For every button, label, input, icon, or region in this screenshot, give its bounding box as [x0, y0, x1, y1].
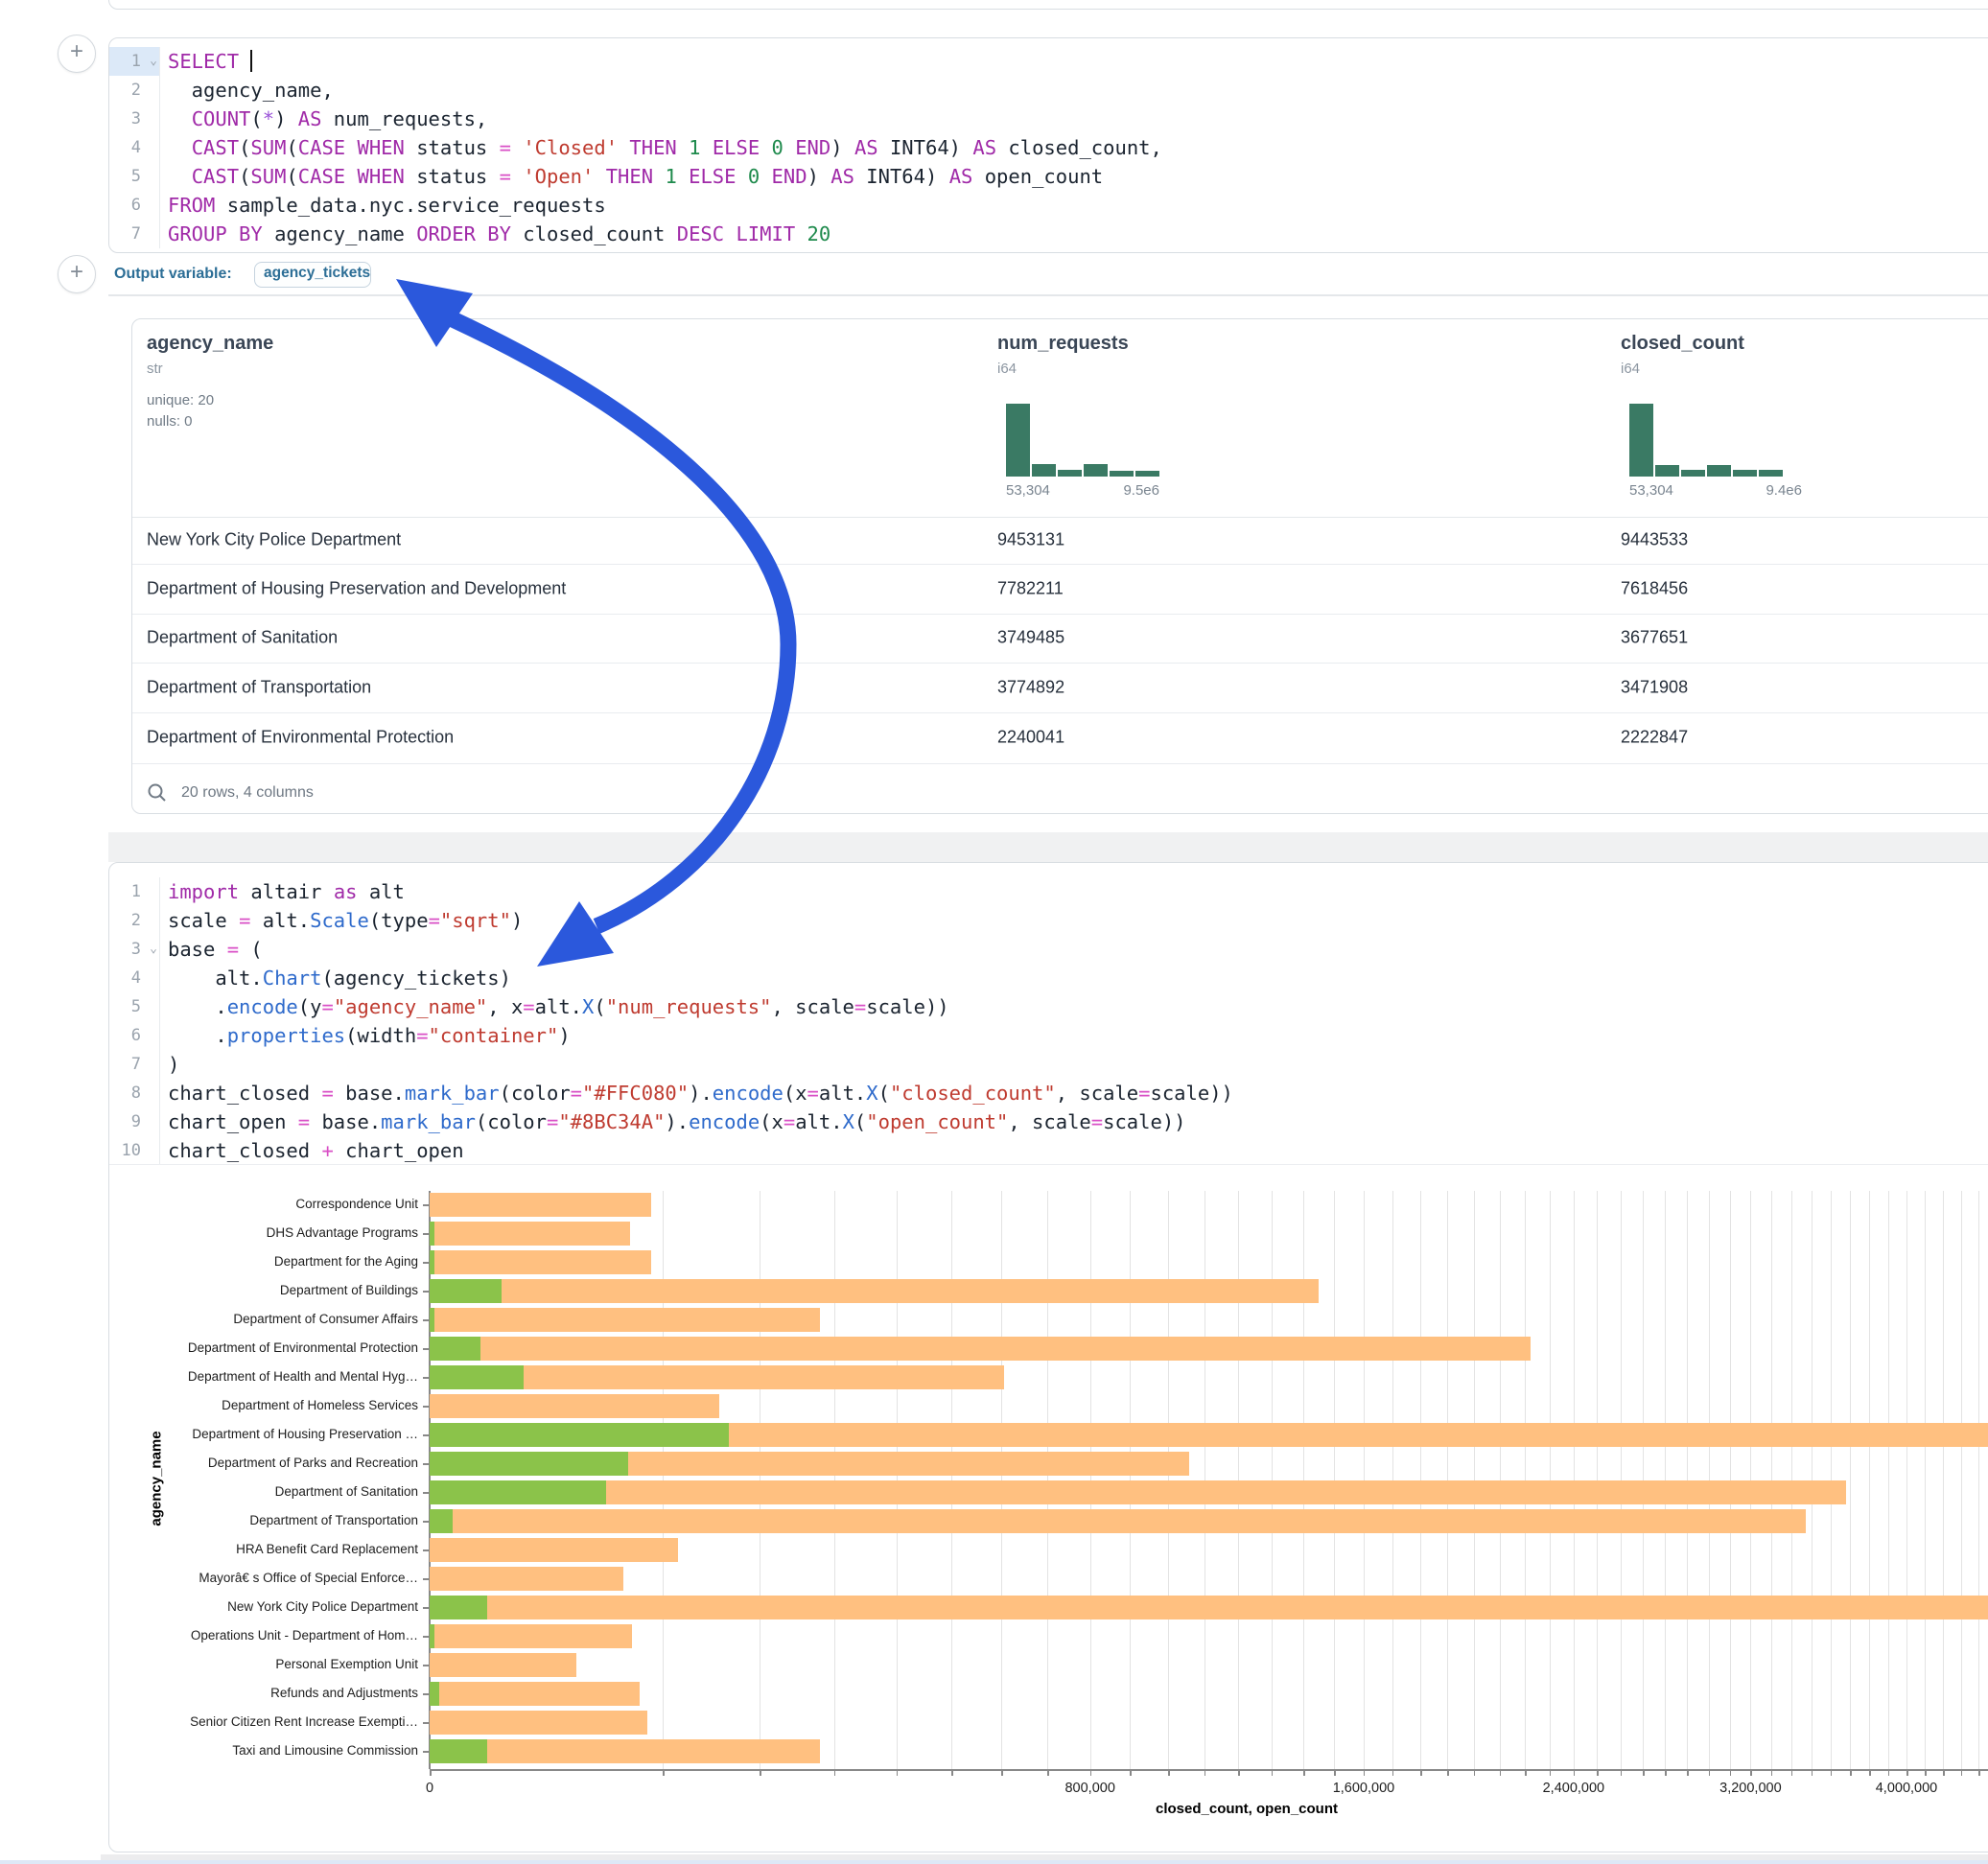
- arrow-head-top: [396, 279, 473, 347]
- arrow-head-bottom: [537, 901, 614, 967]
- notebook-page: { "notebook": { "add_button_label": "+",…: [0, 0, 1988, 1864]
- annotation-arrow: [0, 0, 1988, 1864]
